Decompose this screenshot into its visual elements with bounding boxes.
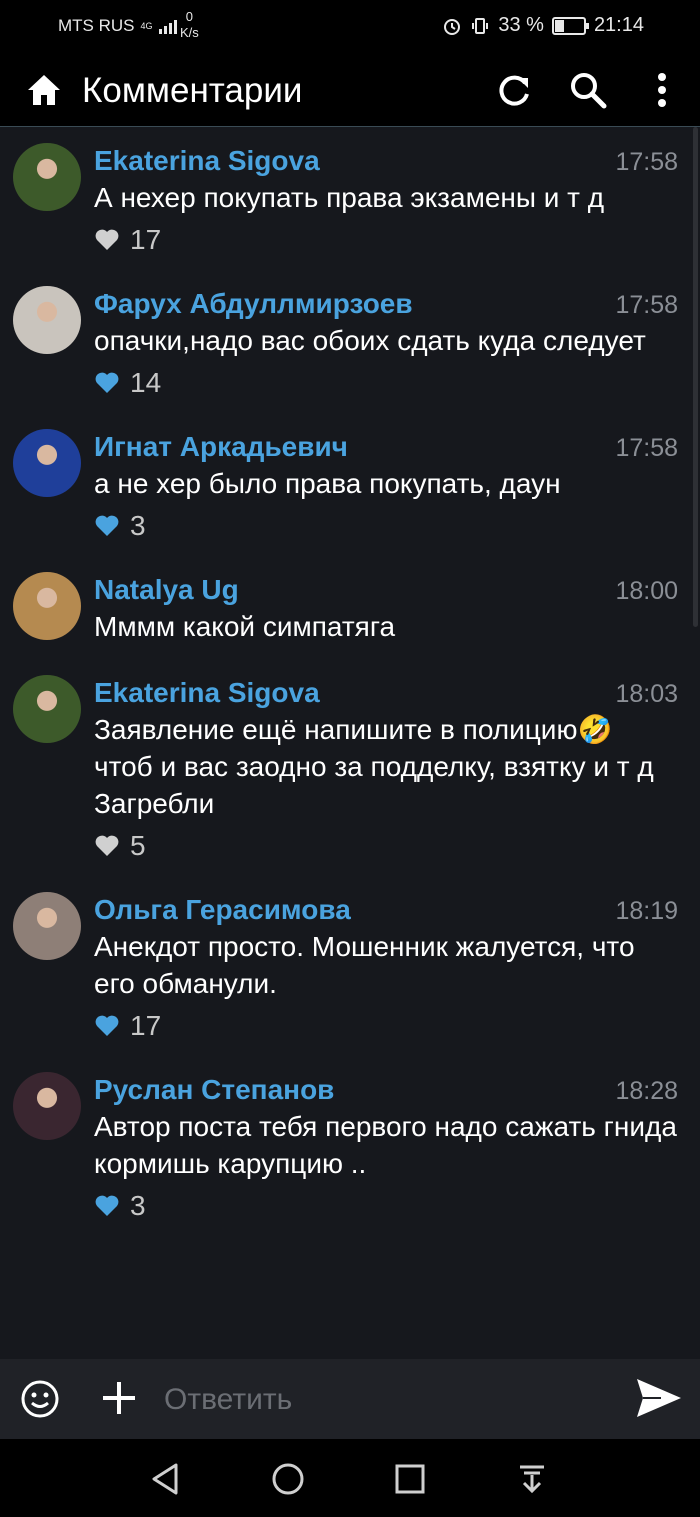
emoji-icon[interactable] [20, 1379, 60, 1419]
app-bar: Комментарии [0, 54, 700, 127]
comment-text: а не хер было права покупать, даун [94, 468, 561, 499]
comment-author[interactable]: Ольга Герасимова [94, 894, 351, 926]
comment-header: Ekaterina Sigova 18:03 [94, 677, 678, 709]
like-count: 3 [130, 1190, 146, 1221]
avatar[interactable] [13, 143, 81, 211]
like-button[interactable]: 17 [94, 1010, 678, 1042]
comment-time: 18:19 [615, 897, 678, 925]
home-icon[interactable] [24, 70, 64, 110]
reply-bar [0, 1359, 700, 1439]
reply-input[interactable] [162, 1377, 606, 1423]
comment-header: Руслан Степанов 18:28 [94, 1074, 678, 1106]
network-type: 4G [140, 20, 153, 31]
system-nav-bar [0, 1439, 700, 1517]
send-icon[interactable] [634, 1375, 684, 1421]
comment-time: 18:00 [615, 577, 678, 605]
status-bar: MTS RUS 4G 0 K/s 33 % 21:14 [0, 0, 700, 54]
comment-item[interactable]: Ekaterina Sigova 17:58 А нехер покупать пр… [0, 127, 700, 270]
more-vertical-icon[interactable] [642, 70, 682, 110]
vibrate-icon [472, 17, 489, 34]
comment-text: Анекдот просто. Мошенник жалуется, что е… [94, 931, 635, 999]
heart-icon [95, 515, 119, 536]
avatar[interactable] [13, 892, 81, 960]
recents-icon[interactable] [392, 1461, 428, 1497]
comment-time: 17:58 [615, 148, 678, 176]
alarm-icon [444, 18, 461, 35]
heart-icon [95, 1015, 119, 1036]
comment-item[interactable]: Ольга Герасимова 18:19 Анекдот просто. Мош… [0, 876, 700, 1056]
comment-time: 17:58 [615, 434, 678, 462]
comment-header: Natalya Ug 18:00 [94, 574, 678, 606]
heart-icon [95, 372, 119, 393]
comment-header: Ekaterina Sigova 17:58 [94, 145, 678, 177]
comment-item[interactable]: Игнат Аркадьевич 17:58 а не хер было права… [0, 413, 700, 556]
comment-item[interactable]: Руслан Степанов 18:28 Автор поста тебя пер… [0, 1056, 700, 1236]
comment-text: Автор поста тебя первого надо сажать гни… [94, 1111, 677, 1179]
comment-text: опачки,надо вас обоих сдать куда следует [94, 325, 646, 356]
comment-text: Заявление ещё напишите в полицию🤣 чтоб и… [94, 714, 654, 819]
page-title: Комментарии [82, 71, 303, 110]
notifications-pull-icon[interactable] [514, 1461, 550, 1497]
heart-icon [95, 835, 119, 856]
carrier-area: MTS RUS 4G [58, 16, 177, 36]
comment-list[interactable]: Ekaterina Sigova 17:58 А нехер покупать пр… [0, 127, 700, 1359]
comment-header: Игнат Аркадьевич 17:58 [94, 431, 678, 463]
like-button[interactable]: 3 [94, 510, 678, 542]
avatar[interactable] [13, 572, 81, 640]
home-nav-icon[interactable] [270, 1461, 306, 1497]
comment-header: Ольга Герасимова 18:19 [94, 894, 678, 926]
comment-time: 18:28 [615, 1077, 678, 1105]
avatar[interactable] [13, 286, 81, 354]
comment-header: Фарух Абдуллмирзоев 17:58 [94, 288, 678, 320]
clock: 21:14 [593, 14, 644, 36]
scrollbar[interactable] [693, 127, 698, 627]
heart-icon [95, 229, 119, 250]
comment-item[interactable]: Ekaterina Sigova 18:03 Заявление ещё напиш… [0, 659, 700, 876]
like-button[interactable]: 5 [94, 830, 678, 862]
comment-item[interactable]: Фарух Абдуллмирзоев 17:58 опачки,надо вас … [0, 270, 700, 413]
avatar[interactable] [13, 1072, 81, 1140]
comment-text: А нехер покупать права экзамены и т д [94, 182, 605, 213]
back-icon[interactable] [148, 1461, 184, 1497]
avatar[interactable] [13, 675, 81, 743]
comment-item[interactable]: Natalya Ug 18:00 Мммм какой симпатяга [0, 556, 700, 659]
carrier-name: MTS RUS [58, 16, 135, 35]
network-speed: 0 K/s [180, 9, 199, 41]
speed-value: 0 [185, 9, 194, 24]
comment-text: Мммм какой симпатяга [94, 611, 396, 642]
status-right: 33 % 21:14 [442, 14, 644, 37]
comment-author[interactable]: Руслан Степанов [94, 1074, 334, 1106]
heart-icon [95, 1195, 119, 1216]
comment-author[interactable]: Natalya Ug [94, 574, 239, 606]
like-button[interactable]: 3 [94, 1190, 678, 1222]
like-button[interactable]: 14 [94, 367, 678, 399]
comment-author[interactable]: Ekaterina Sigova [94, 145, 320, 177]
like-count: 17 [130, 1010, 162, 1041]
like-count: 3 [130, 510, 146, 541]
search-icon[interactable] [568, 70, 608, 110]
like-count: 14 [130, 367, 162, 398]
signal-icon [158, 18, 177, 34]
like-button[interactable]: 17 [94, 224, 678, 256]
like-count: 5 [130, 830, 146, 861]
comment-time: 18:03 [615, 680, 678, 708]
refresh-icon[interactable] [494, 70, 534, 110]
avatar[interactable] [13, 429, 81, 497]
battery-percent: 33 % [498, 14, 544, 36]
comment-time: 17:58 [615, 291, 678, 319]
comment-author[interactable]: Ekaterina Sigova [94, 677, 320, 709]
comment-author[interactable]: Игнат Аркадьевич [94, 431, 348, 463]
speed-unit: K/s [180, 25, 199, 40]
comment-author[interactable]: Фарух Абдуллмирзоев [94, 288, 413, 320]
battery-icon [551, 16, 589, 35]
like-count: 17 [130, 224, 162, 255]
plus-icon[interactable] [100, 1379, 138, 1417]
